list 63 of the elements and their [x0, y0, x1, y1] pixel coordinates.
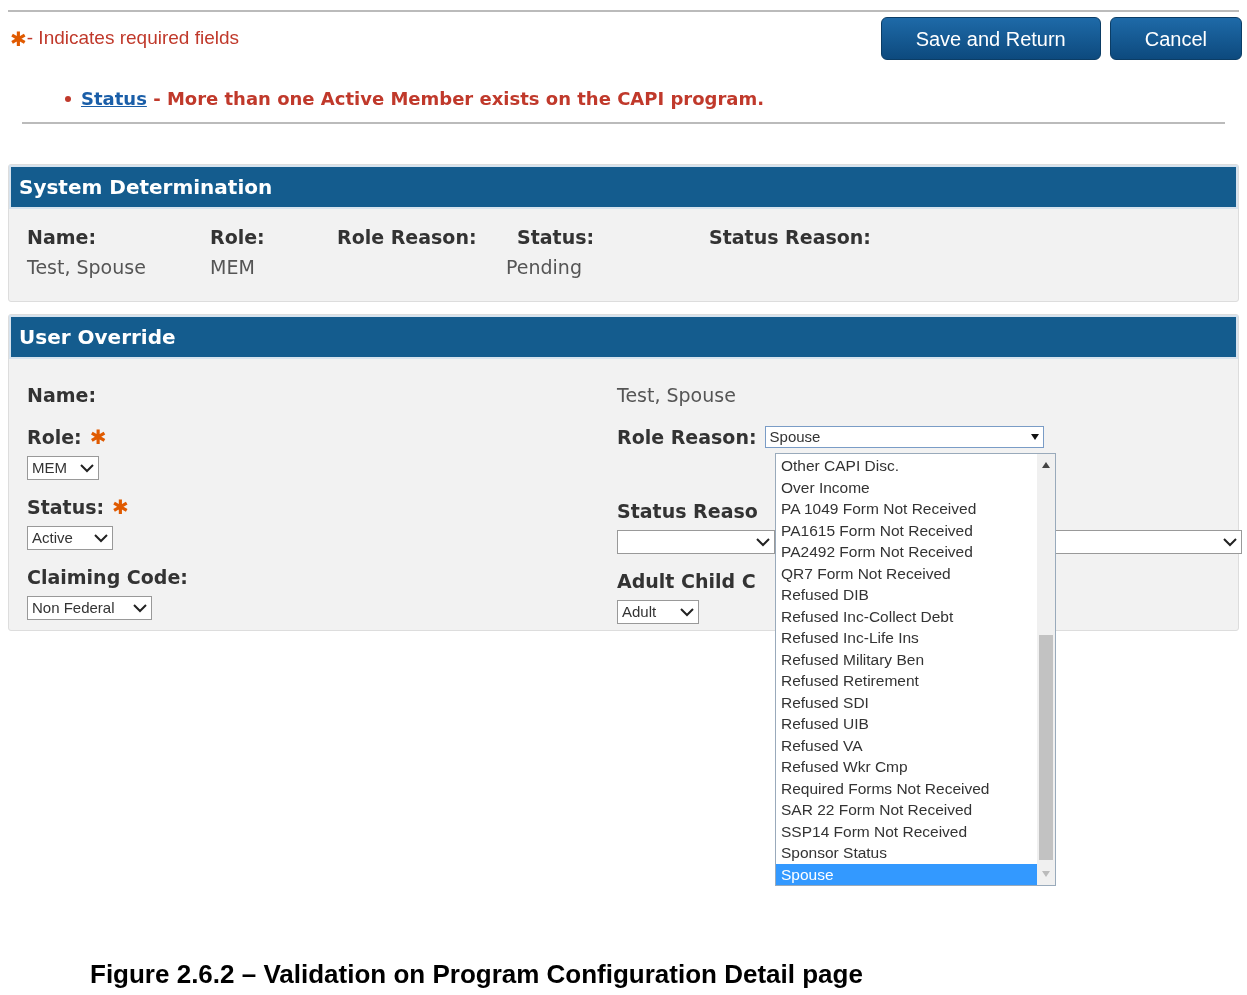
list-option[interactable]: Refused Inc-Collect Debt [776, 605, 1037, 627]
field-value: Test, Spouse [617, 382, 736, 408]
required-note: - Indicates required fields [26, 26, 240, 51]
chevron-down-icon [80, 463, 94, 473]
required-marker: ✱ [10, 25, 27, 53]
chevron-down-icon [133, 603, 147, 613]
field-value: Pending [506, 255, 583, 280]
list-option[interactable]: SAR 22 Form Not Received [776, 799, 1037, 821]
field-value: Test, Spouse [27, 255, 147, 280]
list-option[interactable]: PA 1049 Form Not Received [776, 498, 1037, 520]
list-option[interactable]: Refused Inc-Life Ins [776, 627, 1037, 649]
select-field[interactable]: Non Federal [27, 596, 152, 620]
select-field[interactable]: MEM [27, 456, 99, 480]
field-label: Status Reaso [617, 498, 758, 524]
list-option[interactable]: Other CAPI Disc. [776, 455, 1037, 477]
field-label: Status Reason: [709, 225, 872, 250]
list-option[interactable]: Refused DIB [776, 584, 1037, 606]
list-option[interactable]: Refused Retirement [776, 670, 1037, 692]
list-option[interactable]: SSP14 Form Not Received [776, 820, 1037, 842]
list-option[interactable]: Refused UIB [776, 713, 1037, 735]
status-link[interactable]: Status [81, 88, 147, 109]
scroll-down-icon [1042, 871, 1050, 877]
select-field[interactable] [1055, 530, 1242, 554]
list-option[interactable]: Sponsor Status [776, 842, 1037, 864]
field-label: Name: [27, 382, 96, 408]
dropdown-arrow-icon [1030, 434, 1039, 440]
chevron-down-icon [94, 533, 108, 543]
field-label: Status: [27, 494, 105, 520]
list-option[interactable]: Refused Wkr Cmp [776, 756, 1037, 778]
chevron-down-icon [756, 537, 770, 547]
panel-title: System Determination [19, 174, 273, 201]
field-label: Role: [27, 424, 82, 450]
select-field[interactable]: Active [27, 526, 113, 550]
list-option[interactable]: Refused SDI [776, 691, 1037, 713]
list-option[interactable]: Required Forms Not Received [776, 777, 1037, 799]
field-label: Name: [27, 225, 97, 250]
chevron-down-icon [1223, 537, 1237, 547]
field-value: MEM [210, 255, 256, 280]
panel-title: User Override [19, 324, 176, 351]
required-marker: ✱ [89, 424, 107, 451]
cancel-button[interactable]: Cancel [1109, 17, 1242, 60]
field-label: Adult Child C [617, 568, 756, 594]
error-message: Status - More than one Active Member exists on the CAPI program. [81, 87, 765, 111]
required-marker: ✱ [112, 494, 129, 521]
bullet-icon [65, 95, 71, 102]
list-option[interactable]: Over Income [776, 476, 1037, 498]
list-option[interactable]: Refused VA [776, 734, 1037, 756]
field-label: Status: [517, 225, 596, 250]
figure-caption: Figure 2.6.2 – Validation on Program Configuration Detail page [90, 959, 863, 989]
field-label: Claiming Code: [27, 564, 188, 590]
chevron-down-icon [680, 607, 694, 617]
save-button[interactable]: Save and Return [880, 17, 1101, 60]
list-option[interactable]: Refused Military Ben [776, 648, 1037, 670]
list-option[interactable]: PA2492 Form Not Received [776, 541, 1037, 563]
select-field[interactable] [617, 530, 775, 554]
scroll-up-icon [1042, 462, 1050, 468]
list-option[interactable]: PA1615 Form Not Received [776, 519, 1037, 541]
role-reason-select[interactable]: Spouse [764, 426, 1044, 448]
select-field[interactable]: Adult [617, 600, 699, 624]
field-label: Role Reason: [617, 424, 757, 450]
field-label: Role Reason: [337, 225, 478, 250]
list-option[interactable]: QR7 Form Not Received [776, 562, 1037, 584]
field-label: Role: [210, 225, 266, 250]
